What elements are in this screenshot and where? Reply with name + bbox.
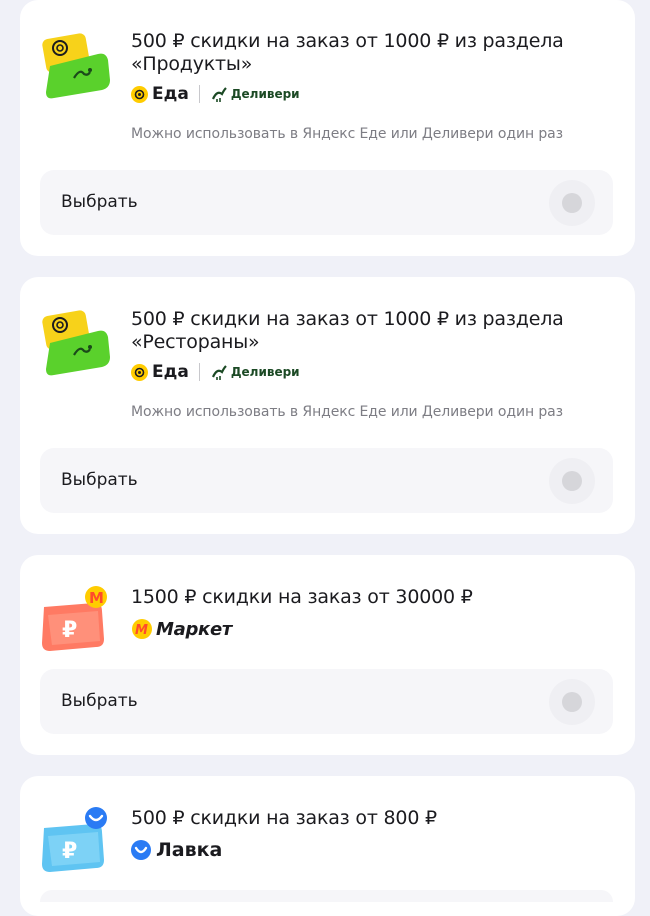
select-row-partial[interactable] [40,890,613,902]
svg-text:₽: ₽ [62,618,77,643]
delivery-ostrich-icon [211,365,227,380]
select-label: Выбрать [61,470,138,490]
toggle-radio[interactable] [549,458,595,504]
select-label: Выбрать [61,691,138,711]
offer-note: Можно использовать в Яндекс Еде или Дели… [131,404,563,420]
brand-divider [198,85,200,103]
brand-market-label: Маркет [156,618,233,640]
toggle-radio[interactable] [549,180,595,226]
select-label: Выбрать [61,192,138,212]
brand-lavka: Лавка [131,839,222,861]
offer-card-market: ₽ M 1500 ₽ скидки на заказ от 30000 ₽ M … [20,555,635,755]
offer-title: 500 ₽ скидки на заказ от 1000 ₽ из разде… [131,30,564,75]
toggle-dot [562,471,582,491]
svg-text:₽: ₽ [62,839,77,864]
delivery-ostrich-icon [211,87,227,102]
market-coupon-icon: ₽ M [42,586,107,651]
eda-logo-icon [131,85,148,103]
brand-delivery: Деливери [210,363,300,381]
toggle-dot [562,193,582,213]
lavka-logo-icon [131,840,151,860]
select-row[interactable]: Выбрать [40,170,613,235]
brand-row: Еда Деливери [131,361,300,383]
brand-delivery: Деливери [210,85,300,103]
offer-card-groceries: 500 ₽ скидки на заказ от 1000 ₽ из разде… [20,0,635,256]
brand-lavka-label: Лавка [156,839,223,861]
offer-title: 500 ₽ скидки на заказ от 800 ₽ [131,807,437,829]
brand-delivery-label: Деливери [230,365,300,379]
toggle-radio[interactable] [549,679,595,725]
svg-text:M: M [89,589,104,607]
lavka-coupon-icon: ₽ [42,807,107,872]
brand-eda-label: Еда [152,84,189,104]
brand-eda: Еда [131,84,189,104]
market-logo-icon: M [132,619,152,639]
brand-eda-label: Еда [152,362,189,382]
eda-delivery-coupon-icon [42,310,110,376]
offer-title: 500 ₽ скидки на заказ от 1000 ₽ из разде… [131,308,564,353]
eda-delivery-coupon-icon [42,33,110,99]
eda-logo-icon [131,363,148,381]
brand-row: Еда Деливери [131,83,300,105]
brand-row: M Маркет [131,618,232,640]
brand-market: M Маркет [131,618,232,640]
offer-card-lavka: ₽ 500 ₽ скидки на заказ от 800 ₽ Лавка [20,776,635,916]
select-row[interactable]: Выбрать [40,669,613,734]
offer-title: 1500 ₽ скидки на заказ от 30000 ₽ [131,586,473,608]
offer-card-restaurants: 500 ₽ скидки на заказ от 1000 ₽ из разде… [20,277,635,534]
toggle-dot [562,692,582,712]
brand-divider [198,363,200,381]
brand-delivery-label: Деливери [230,87,300,101]
brand-row: Лавка [131,839,222,861]
svg-text:M: M [135,623,148,638]
select-row[interactable]: Выбрать [40,448,613,513]
brand-eda: Еда [131,362,189,382]
offer-note: Можно использовать в Яндекс Еде или Дели… [131,126,563,142]
